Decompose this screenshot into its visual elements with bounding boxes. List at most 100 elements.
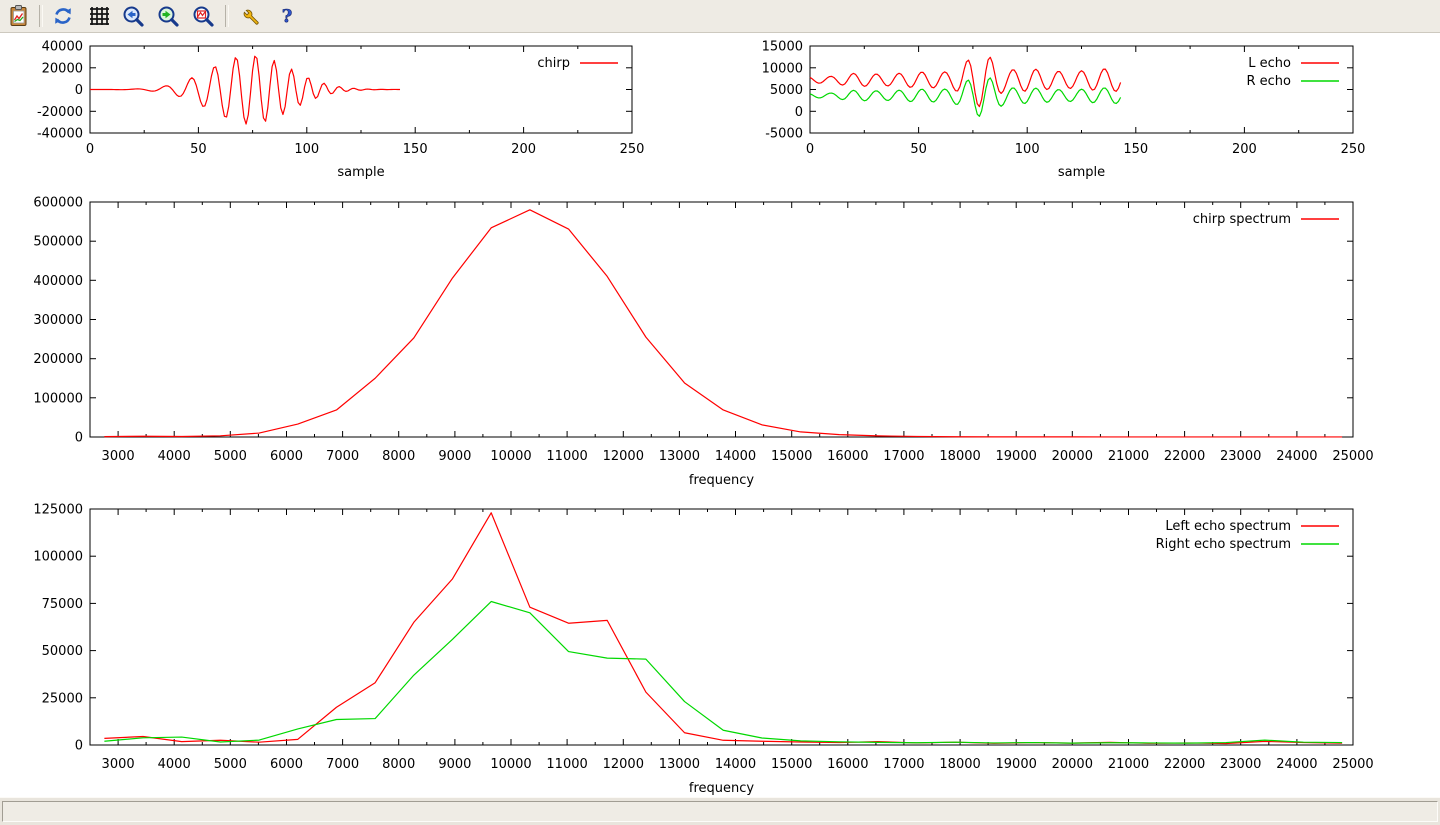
x-tick-label: 0 [806,142,814,157]
x-tick-label: 150 [1123,142,1148,157]
x-tick-label: 50 [190,142,207,157]
chirp-spectrum-plot: 3000400050006000700080009000100001100012… [33,196,1373,489]
x-tick-label: 25000 [1332,449,1373,464]
clipboard-chart-icon [7,4,31,28]
y-tick-label: 100000 [33,550,83,565]
x-tick-label: 16000 [827,449,868,464]
status-bar [0,797,1440,825]
x-tick-label: 0 [86,142,94,157]
toolbar-separator [225,5,229,27]
refresh-icon [52,5,74,27]
x-tick-label: 20000 [1052,757,1093,772]
grid-button[interactable] [84,1,114,31]
y-tick-label: 40000 [42,40,83,55]
zoom-next-button[interactable] [153,1,183,31]
y-tick-label: 200000 [33,352,83,367]
x-tick-label: 18000 [939,757,980,772]
x-tick-label: 22000 [1164,449,1205,464]
series-right-echo-spectrum [104,602,1342,744]
x-tick-label: 3000 [102,757,135,772]
y-tick-label: 0 [75,739,83,754]
status-bar-text [2,801,1438,822]
x-tick-label: 18000 [939,449,980,464]
x-tick-label: 14000 [715,757,756,772]
help-button[interactable]: ? [272,1,302,31]
x-tick-label: 6000 [270,757,303,772]
y-tick-label: 500000 [33,235,83,250]
x-tick-label: 20000 [1052,449,1093,464]
x-tick-label: 150 [403,142,428,157]
grid-icon [88,5,110,27]
x-tick-label: 11000 [546,449,587,464]
x-tick-label: 17000 [883,757,924,772]
configure-button[interactable] [234,1,264,31]
gnuplot-window: ? 050100150200250-40000-2000002000040000… [0,0,1440,825]
x-tick-label: 9000 [438,757,471,772]
x-tick-label: 16000 [827,757,868,772]
series-chirp [90,56,400,124]
plot-border [90,202,1353,437]
x-tick-label: 9000 [438,449,471,464]
x-tick-label: 22000 [1164,757,1205,772]
echo-waveforms-plot: 050100150200250-5000050001000015000sampl… [762,40,1366,181]
x-tick-label: 19000 [996,757,1037,772]
x-tick-label: 12000 [603,449,644,464]
x-tick-label: 17000 [883,449,924,464]
y-tick-label: -40000 [37,127,83,142]
y-tick-label: 600000 [33,196,83,211]
x-tick-label: 3000 [102,449,135,464]
x-tick-label: 15000 [771,757,812,772]
y-tick-label: 15000 [762,40,803,55]
x-tick-label: 250 [1341,142,1366,157]
x-axis-label: sample [337,165,384,180]
x-tick-label: 7000 [326,449,359,464]
x-tick-label: 10000 [490,449,531,464]
legend-label: L echo [1248,56,1291,71]
x-tick-label: 100 [1015,142,1040,157]
x-tick-label: 200 [511,142,536,157]
x-axis-label: frequency [689,781,755,796]
x-tick-label: 50 [910,142,927,157]
x-tick-label: 25000 [1332,757,1373,772]
copy-plot-button[interactable] [4,1,34,31]
x-tick-label: 24000 [1276,449,1317,464]
x-tick-label: 21000 [1108,757,1149,772]
y-tick-label: 25000 [42,691,83,706]
magnifier-plot-icon [192,5,215,28]
multiplot-svg[interactable]: 050100150200250-40000-2000002000040000sa… [0,33,1440,798]
x-tick-label: 13000 [659,449,700,464]
y-tick-label: 0 [795,105,803,120]
reset-zoom-button[interactable] [188,1,218,31]
y-tick-label: 300000 [33,313,83,328]
x-tick-label: 15000 [771,449,812,464]
y-tick-label: 0 [75,431,83,446]
x-tick-label: 21000 [1108,449,1149,464]
y-tick-label: 125000 [33,503,83,518]
legend-label: chirp [537,56,570,71]
magnifier-right-arrow-icon [157,5,180,28]
x-tick-label: 4000 [158,449,191,464]
replot-button[interactable] [48,1,78,31]
x-tick-label: 7000 [326,757,359,772]
plot-canvas[interactable]: 050100150200250-40000-2000002000040000sa… [0,33,1440,798]
toolbar-separator [39,5,43,27]
x-axis-label: frequency [689,473,755,488]
x-tick-label: 8000 [382,449,415,464]
zoom-previous-button[interactable] [118,1,148,31]
magnifier-left-arrow-icon [122,5,145,28]
legend-label: Right echo spectrum [1156,537,1291,552]
y-tick-label: -5000 [765,127,803,142]
question-mark-icon: ? [276,5,298,27]
x-tick-label: 250 [620,142,645,157]
x-tick-label: 23000 [1220,449,1261,464]
x-tick-label: 6000 [270,449,303,464]
x-axis-label: sample [1058,165,1105,180]
x-tick-label: 4000 [158,757,191,772]
y-tick-label: 0 [75,83,83,98]
y-tick-label: 100000 [33,391,83,406]
x-tick-label: 23000 [1220,757,1261,772]
toolbar: ? [0,0,1440,33]
x-tick-label: 200 [1232,142,1257,157]
series-chirp-spectrum [104,210,1342,437]
y-tick-label: 75000 [42,597,83,612]
